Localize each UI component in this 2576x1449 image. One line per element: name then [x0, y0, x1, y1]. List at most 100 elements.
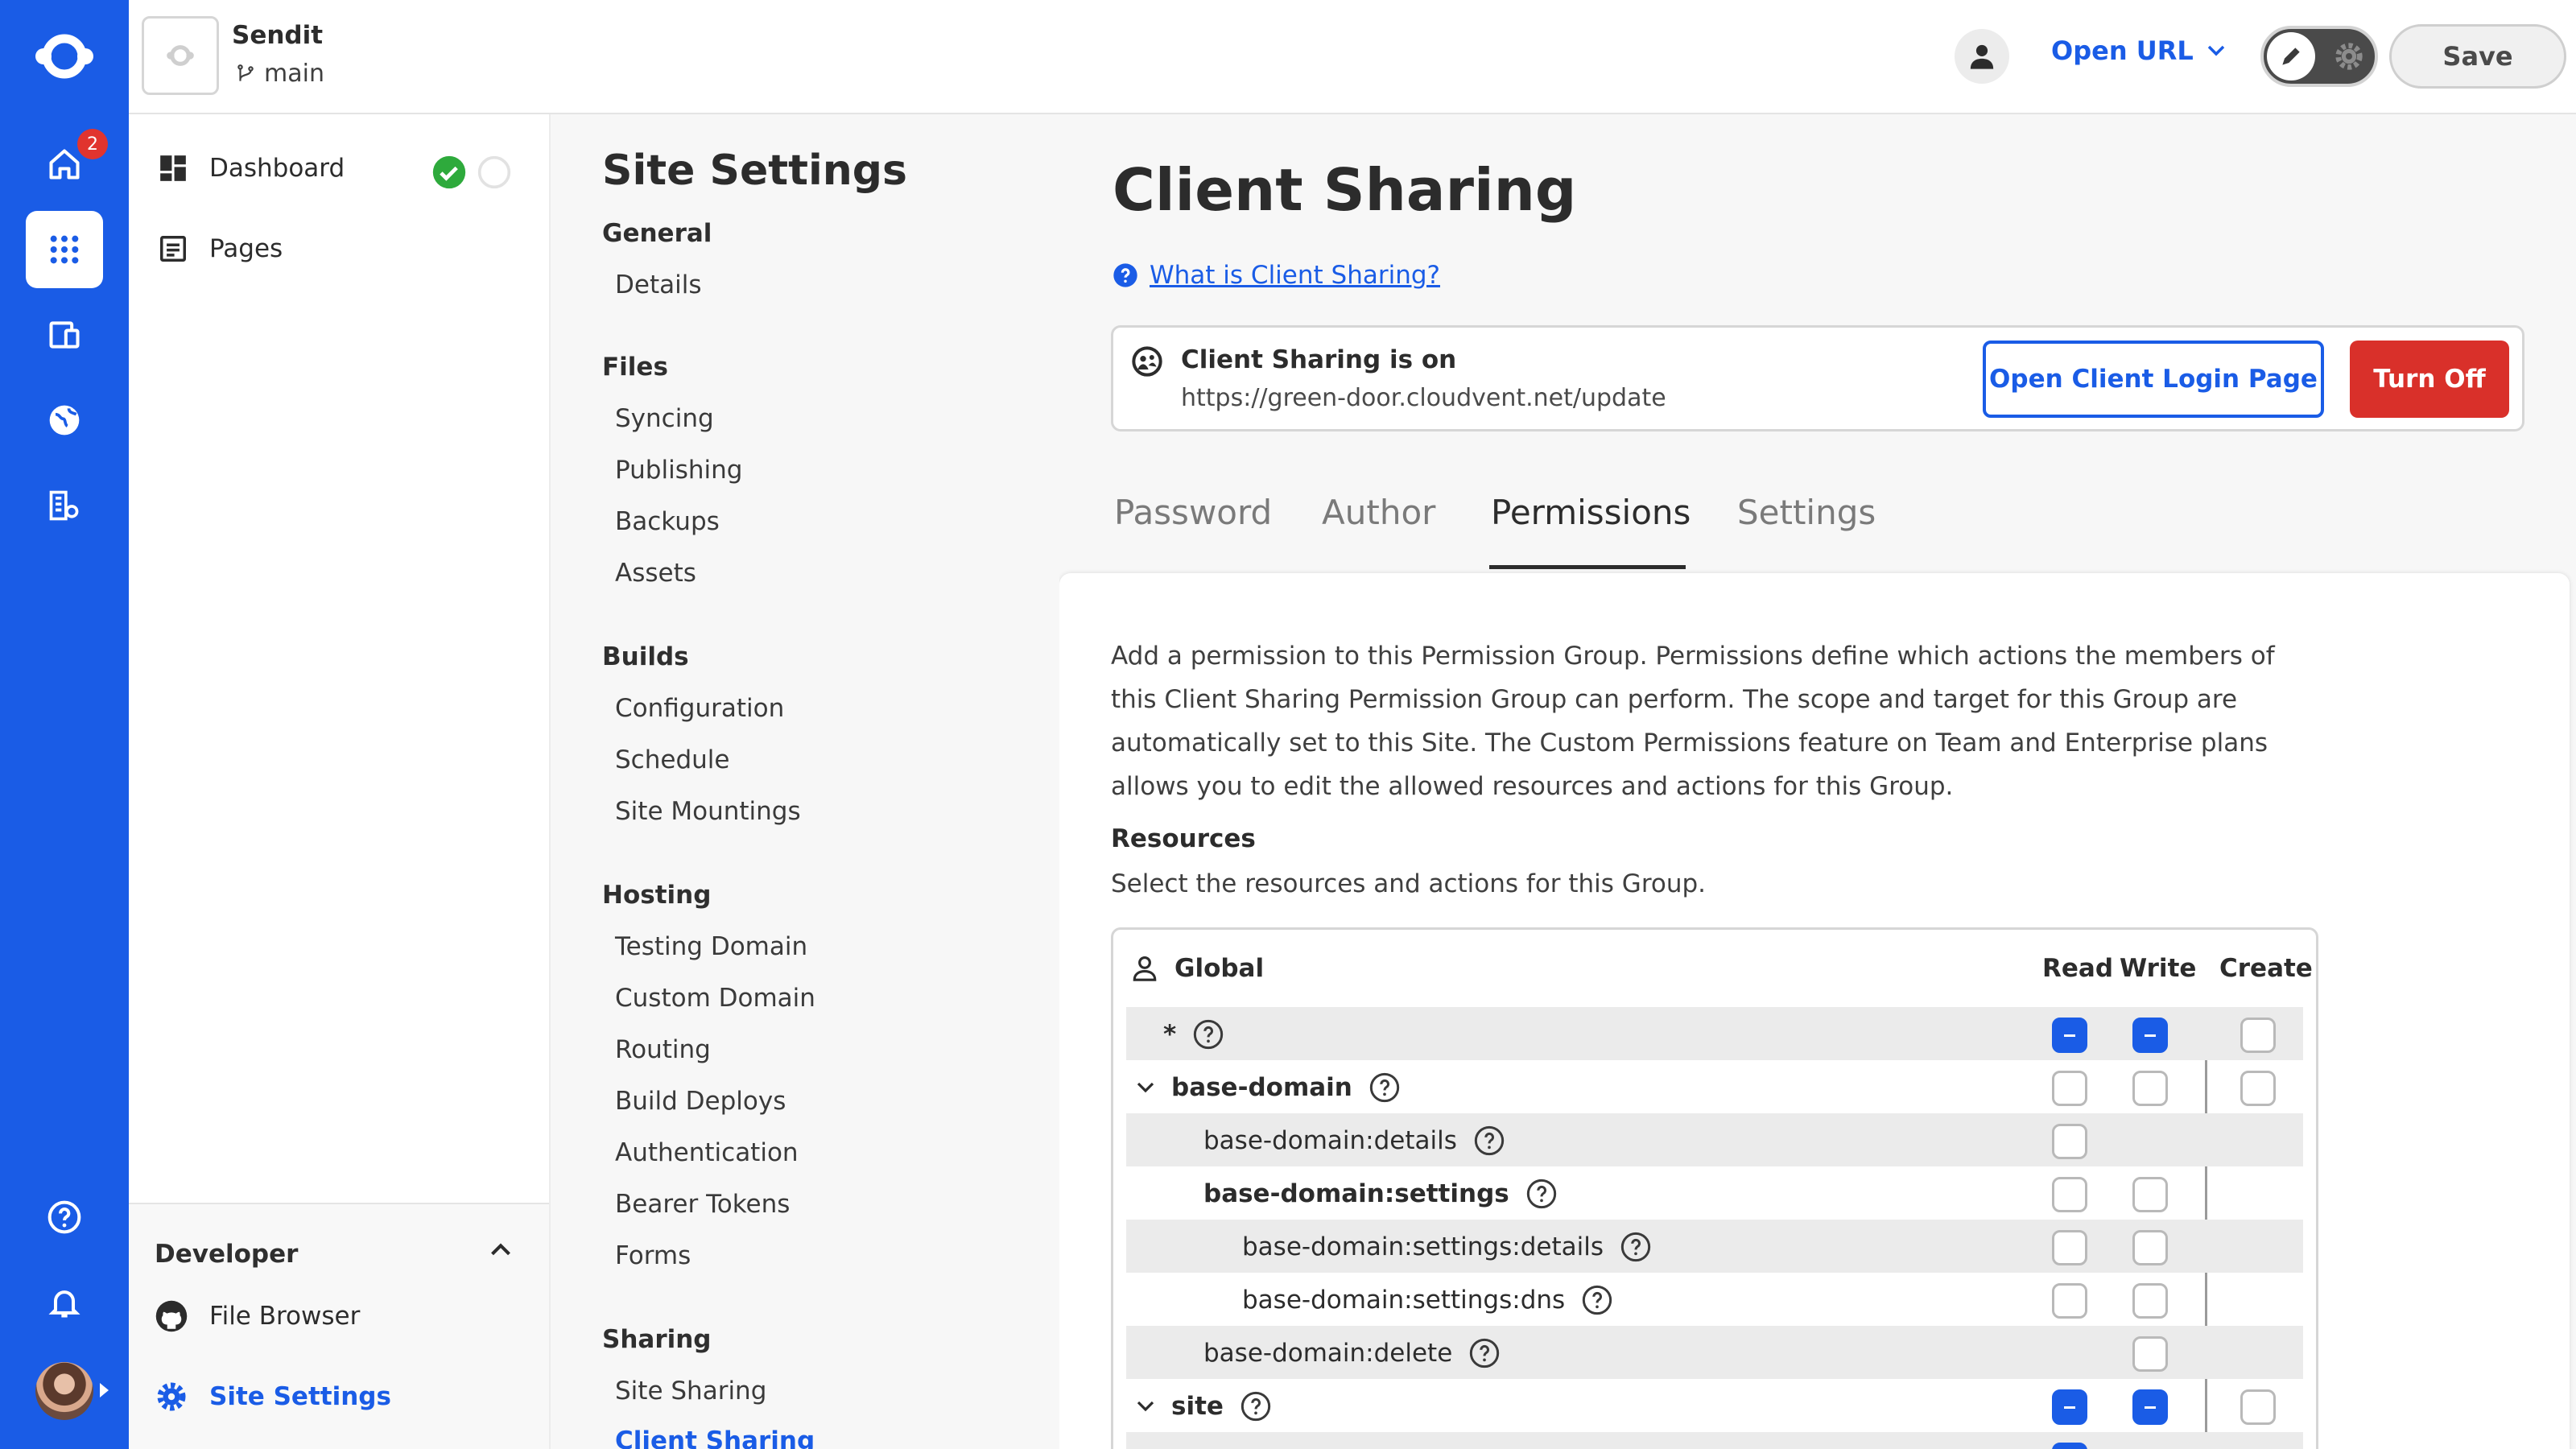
- user-button[interactable]: [1955, 29, 2009, 84]
- resource-name: base-domain:settings: [1203, 1179, 1509, 1208]
- developer-heading[interactable]: Developer: [155, 1240, 298, 1269]
- link-syncing[interactable]: Syncing: [615, 404, 714, 433]
- nav-item-label: File Browser: [209, 1302, 361, 1331]
- help-outline-icon[interactable]: [1368, 1071, 1401, 1104]
- read-checkbox[interactable]: [2052, 1071, 2087, 1106]
- link-authentication[interactable]: Authentication: [615, 1138, 799, 1167]
- table-row: base-domain:settings:details: [1126, 1220, 2303, 1273]
- tab-permissions[interactable]: Permissions: [1491, 493, 1690, 532]
- read-checkbox[interactable]: [2052, 1230, 2087, 1265]
- resource-name: base-domain:settings:dns: [1242, 1286, 1566, 1315]
- devices-icon[interactable]: [26, 296, 103, 374]
- help-outline-icon[interactable]: [1525, 1178, 1558, 1210]
- github-icon: [155, 1300, 188, 1332]
- project-name: Sendit: [232, 21, 324, 50]
- resource-label[interactable]: base-domain: [1136, 1071, 1401, 1104]
- what-is-link[interactable]: What is Client Sharing?: [1113, 261, 1440, 290]
- settings-gear-icon: [157, 1382, 186, 1411]
- column-read: Read: [2042, 954, 2114, 983]
- link-client-sharing[interactable]: Client Sharing: [615, 1426, 815, 1449]
- resources-subtext: Select the resources and actions for thi…: [1111, 869, 1707, 898]
- nav-item-label: Dashboard: [209, 154, 345, 183]
- nav-item-dashboard[interactable]: Dashboard: [158, 153, 345, 184]
- link-bearer-tokens[interactable]: Bearer Tokens: [615, 1190, 790, 1219]
- permissions-description: Add a permission to this Permission Grou…: [1111, 642, 2275, 801]
- table-row: site: [1126, 1379, 2303, 1432]
- link-testing-domain[interactable]: Testing Domain: [615, 932, 807, 961]
- what-is-label: What is Client Sharing?: [1150, 261, 1440, 290]
- help-outline-icon[interactable]: [1240, 1390, 1272, 1422]
- group-name: Global: [1174, 954, 1265, 983]
- help-icon[interactable]: [26, 1179, 103, 1256]
- help-outline-icon[interactable]: [1581, 1284, 1613, 1316]
- link-custom-domain[interactable]: Custom Domain: [615, 984, 815, 1013]
- open-url-button[interactable]: Open URL: [2051, 35, 2226, 66]
- write-checkbox[interactable]: [2132, 1177, 2168, 1212]
- create-checkbox[interactable]: [2240, 1389, 2276, 1425]
- avatar-menu-arrow-icon[interactable]: [100, 1383, 109, 1397]
- read-checkbox[interactable]: [2052, 1443, 2087, 1449]
- write-checkbox[interactable]: [2132, 1336, 2168, 1372]
- resource-label: base-domain:settings:dns: [1242, 1284, 1613, 1316]
- read-checkbox[interactable]: [2052, 1018, 2087, 1053]
- save-button[interactable]: Save: [2389, 24, 2566, 89]
- link-publishing[interactable]: Publishing: [615, 456, 742, 485]
- read-checkbox[interactable]: [2052, 1389, 2087, 1425]
- link-assets[interactable]: Assets: [615, 559, 696, 588]
- link-site-sharing[interactable]: Site Sharing: [615, 1377, 766, 1406]
- link-backups[interactable]: Backups: [615, 507, 720, 536]
- help-outline-icon[interactable]: [1192, 1018, 1224, 1051]
- link-build-deploys[interactable]: Build Deploys: [615, 1087, 786, 1116]
- site-logo-placeholder[interactable]: [142, 16, 219, 95]
- tab-author[interactable]: Author: [1322, 493, 1435, 532]
- tab-settings[interactable]: Settings: [1737, 493, 1876, 532]
- edit-mode-toggle[interactable]: [2260, 26, 2378, 87]
- user-icon: [1970, 44, 1994, 69]
- table-row: base-domain: [1126, 1060, 2303, 1113]
- write-checkbox[interactable]: [2132, 1071, 2168, 1106]
- branch-label[interactable]: main: [235, 60, 324, 88]
- write-checkbox[interactable]: [2132, 1283, 2168, 1319]
- resource-label[interactable]: site: [1136, 1390, 1272, 1422]
- globe-icon[interactable]: [26, 382, 103, 459]
- chevron-down-icon[interactable]: [1136, 1400, 1155, 1413]
- read-checkbox[interactable]: [2052, 1124, 2087, 1159]
- link-routing[interactable]: Routing: [615, 1035, 711, 1064]
- help-outline-icon[interactable]: [1620, 1231, 1652, 1263]
- branch-icon: [237, 64, 254, 81]
- link-forms[interactable]: Forms: [615, 1241, 691, 1270]
- read-checkbox[interactable]: [2052, 1177, 2087, 1212]
- chevron-down-icon[interactable]: [1136, 1081, 1155, 1094]
- open-client-login-button[interactable]: Open Client Login Page: [1983, 341, 2324, 418]
- section-hosting: Hosting: [602, 881, 712, 910]
- org-settings-icon[interactable]: [26, 467, 103, 544]
- sites-grid-icon[interactable]: [26, 211, 103, 288]
- link-site-mountings[interactable]: Site Mountings: [615, 797, 801, 826]
- create-checkbox[interactable]: [2240, 1018, 2276, 1053]
- link-configuration[interactable]: Configuration: [615, 694, 784, 723]
- help-outline-icon[interactable]: [1468, 1337, 1501, 1369]
- write-checkbox[interactable]: [2132, 1389, 2168, 1425]
- resource-label: base-domain:details: [1203, 1125, 1505, 1157]
- section-builds: Builds: [602, 642, 689, 671]
- bell-icon[interactable]: [26, 1264, 103, 1341]
- app-rail: 2: [0, 0, 129, 1449]
- resource-label: *: [1163, 1018, 1224, 1051]
- permissions-panel: Add a permission to this Permission Grou…: [1059, 573, 2570, 1449]
- turn-off-button[interactable]: Turn Off: [2350, 341, 2509, 418]
- link-details[interactable]: Details: [615, 270, 701, 299]
- help-outline-icon[interactable]: [1473, 1125, 1505, 1157]
- write-checkbox[interactable]: [2132, 1230, 2168, 1265]
- cloudcannon-logo-icon[interactable]: [26, 18, 103, 95]
- tab-password[interactable]: Password: [1114, 493, 1272, 532]
- read-checkbox[interactable]: [2052, 1283, 2087, 1319]
- user-avatar[interactable]: [35, 1362, 93, 1420]
- create-checkbox[interactable]: [2240, 1071, 2276, 1106]
- chevron-up-icon[interactable]: [489, 1241, 512, 1257]
- nav-item-file-browser[interactable]: File Browser: [155, 1299, 360, 1333]
- nav-item-pages[interactable]: Pages: [158, 233, 283, 264]
- write-checkbox[interactable]: [2132, 1018, 2168, 1053]
- table-row: base-domain:settings:dns: [1126, 1273, 2303, 1326]
- link-schedule[interactable]: Schedule: [615, 745, 729, 774]
- nav-item-site-settings[interactable]: Site Settings: [155, 1380, 391, 1414]
